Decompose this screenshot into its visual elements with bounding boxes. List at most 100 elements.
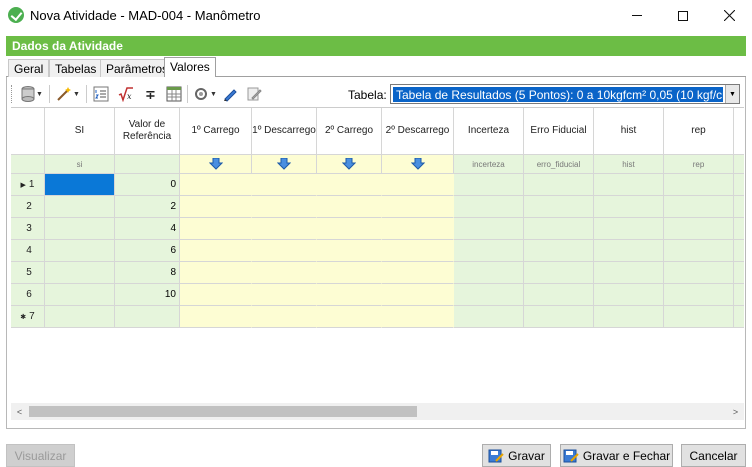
- column-header[interactable]: 2º Descarrego: [382, 108, 454, 155]
- grid-cell[interactable]: [180, 174, 252, 196]
- grid-cell[interactable]: [180, 196, 252, 218]
- grid-cell[interactable]: [454, 174, 524, 196]
- grid-cell[interactable]: [382, 196, 454, 218]
- database-button[interactable]: ▼: [19, 84, 45, 104]
- column-header[interactable]: 1º Carrego: [180, 108, 252, 155]
- grid-cell[interactable]: [734, 240, 744, 262]
- grid-cell[interactable]: [317, 218, 382, 240]
- visualizar-button[interactable]: Visualizar: [6, 444, 75, 467]
- grid-cell[interactable]: [45, 284, 115, 306]
- scroll-right-icon[interactable]: >: [727, 403, 744, 420]
- grid-cell[interactable]: [734, 218, 744, 240]
- grid-cell[interactable]: [180, 306, 252, 328]
- horizontal-scrollbar[interactable]: < >: [11, 403, 744, 420]
- tab-parametros[interactable]: Parâmetros: [100, 59, 175, 77]
- grid-cell[interactable]: [180, 284, 252, 306]
- grid-cell[interactable]: [252, 174, 317, 196]
- grid-cell[interactable]: [252, 306, 317, 328]
- grid-cell[interactable]: [594, 218, 664, 240]
- grid-cell[interactable]: [734, 306, 744, 328]
- function-button[interactable]: x: [116, 84, 136, 104]
- row-header[interactable]: ✱ 7: [11, 306, 45, 328]
- grid-cell[interactable]: [594, 174, 664, 196]
- grid-cell[interactable]: [252, 218, 317, 240]
- grid-cell[interactable]: [317, 284, 382, 306]
- grid-cell[interactable]: [594, 262, 664, 284]
- edit-button[interactable]: [244, 84, 264, 104]
- tabela-dropdown[interactable]: Tabela de Resultados (5 Pontos): 0 a 10k…: [390, 84, 740, 104]
- grid-cell[interactable]: [454, 306, 524, 328]
- grid-cell[interactable]: [664, 306, 734, 328]
- reference-value-cell[interactable]: 4: [115, 218, 180, 240]
- grid-cell[interactable]: [594, 240, 664, 262]
- row-header[interactable]: 5: [11, 262, 45, 284]
- grid-cell[interactable]: [454, 284, 524, 306]
- pencil-button[interactable]: [220, 84, 240, 104]
- grid-cell[interactable]: [454, 196, 524, 218]
- tab-valores[interactable]: Valores: [164, 57, 216, 78]
- link-button[interactable]: ▼: [192, 84, 218, 104]
- reference-value-cell[interactable]: 0: [115, 174, 180, 196]
- column-header[interactable]: rep: [664, 108, 734, 155]
- grid-cell[interactable]: [382, 284, 454, 306]
- grid-cell[interactable]: [524, 262, 594, 284]
- tab-tabelas[interactable]: Tabelas: [49, 59, 103, 77]
- toolbar-grip[interactable]: [11, 85, 14, 103]
- grid-cell[interactable]: [524, 174, 594, 196]
- cancelar-button[interactable]: Cancelar: [681, 444, 746, 467]
- grid-cell[interactable]: [252, 284, 317, 306]
- grid-cell[interactable]: [664, 262, 734, 284]
- table-button[interactable]: [164, 84, 184, 104]
- tab-geral[interactable]: Geral: [8, 59, 50, 77]
- arrow-down-icon[interactable]: [180, 155, 252, 174]
- grid-cell[interactable]: [45, 174, 115, 196]
- scroll-left-icon[interactable]: <: [11, 403, 28, 420]
- grid-cell[interactable]: [594, 284, 664, 306]
- gravar-button[interactable]: Gravar: [482, 444, 551, 467]
- grid-cell[interactable]: [382, 240, 454, 262]
- column-header[interactable]: Erro Fiducial: [524, 108, 594, 155]
- maximize-button[interactable]: [660, 0, 706, 31]
- column-header[interactable]: 2º Carrego: [317, 108, 382, 155]
- strikethrough-button[interactable]: ∓: [140, 84, 160, 104]
- grid-cell[interactable]: [382, 262, 454, 284]
- column-header[interactable]: Valor de Referência: [115, 108, 180, 155]
- grid-cell[interactable]: [180, 218, 252, 240]
- scrollbar-thumb[interactable]: [29, 406, 417, 417]
- magic-wand-button[interactable]: ▼: [55, 84, 81, 104]
- close-button[interactable]: [706, 0, 752, 31]
- grid-cell[interactable]: [524, 218, 594, 240]
- grid-cell[interactable]: [664, 218, 734, 240]
- grid-cell[interactable]: [382, 218, 454, 240]
- grid-cell[interactable]: [45, 196, 115, 218]
- grid-cell[interactable]: [734, 284, 744, 306]
- grid-cell[interactable]: [454, 218, 524, 240]
- row-header[interactable]: 6: [11, 284, 45, 306]
- column-header[interactable]: [734, 108, 744, 155]
- grid-cell[interactable]: [664, 196, 734, 218]
- numbered-list-button[interactable]: [91, 84, 111, 104]
- grid-cell[interactable]: [252, 240, 317, 262]
- row-header[interactable]: 3: [11, 218, 45, 240]
- grid-cell[interactable]: [382, 306, 454, 328]
- grid-cell[interactable]: [252, 196, 317, 218]
- grid-cell[interactable]: [734, 262, 744, 284]
- grid-cell[interactable]: [45, 218, 115, 240]
- column-header[interactable]: hist: [594, 108, 664, 155]
- arrow-down-icon[interactable]: [317, 155, 382, 174]
- grid-cell[interactable]: [45, 240, 115, 262]
- grid-cell[interactable]: [524, 240, 594, 262]
- grid-cell[interactable]: [524, 284, 594, 306]
- grid-cell[interactable]: [382, 174, 454, 196]
- arrow-down-icon[interactable]: [382, 155, 454, 174]
- chevron-down-icon[interactable]: ▼: [725, 85, 739, 103]
- grid-cell[interactable]: [454, 240, 524, 262]
- row-header[interactable]: ▶ 1: [11, 174, 45, 196]
- grid-cell[interactable]: [45, 306, 115, 328]
- column-header[interactable]: Incerteza: [454, 108, 524, 155]
- grid-cell[interactable]: [594, 306, 664, 328]
- reference-value-cell[interactable]: 2: [115, 196, 180, 218]
- reference-value-cell[interactable]: [115, 306, 180, 328]
- grid-cell[interactable]: [664, 284, 734, 306]
- grid-cell[interactable]: [317, 174, 382, 196]
